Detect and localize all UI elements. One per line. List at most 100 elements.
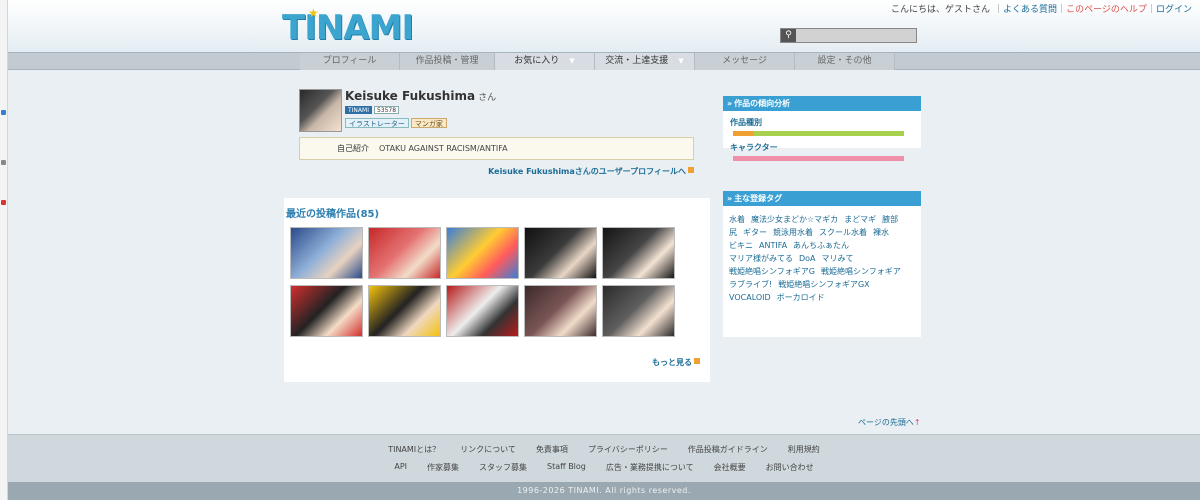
- tag-link[interactable]: 水着: [729, 213, 745, 226]
- work-thumbnail[interactable]: [368, 285, 441, 337]
- left-edge-strip: [0, 0, 8, 500]
- user-roles: イラストレーター マンガ家: [345, 118, 447, 128]
- user-id-badge: 53578: [373, 106, 400, 114]
- tags-header: » 主な登録タグ: [723, 191, 921, 206]
- footer-link[interactable]: 作家募集: [427, 462, 459, 473]
- self-introduction: 自己紹介 OTAKU AGAINST RACISM/ANTIFA: [299, 137, 694, 160]
- page: TINAMI ★ こんにちは、ゲストさん | よくある質問 | このページのヘル…: [8, 0, 1200, 500]
- tag-link[interactable]: ビキニ: [729, 239, 753, 252]
- tag-link[interactable]: マリみて: [822, 252, 854, 265]
- nav-tab-1[interactable]: プロフィール: [300, 53, 400, 70]
- footer: TINAMIとは？ リンクについて 免責事項 プライバシーポリシー 作品投稿ガイドライン…: [8, 434, 1200, 482]
- tag-link[interactable]: ラブライブ!: [729, 278, 772, 291]
- tag-list: 水着 魔法少女まどか☆マギカ まどマギ 腋部尻 ギター 競泳用水着 スクール水着 裸水ビキニ A…: [723, 206, 921, 304]
- nav-tab-3[interactable]: お気に入り ▼: [495, 53, 595, 70]
- work-thumbnail[interactable]: [446, 285, 519, 337]
- more-link[interactable]: もっと見る: [652, 357, 700, 368]
- intro-text: OTAKU AGAINST RACISM/ANTIFA: [379, 144, 508, 153]
- work-thumbnail[interactable]: [446, 227, 519, 279]
- work-thumbnail[interactable]: [290, 285, 363, 337]
- work-thumbnail[interactable]: [602, 285, 675, 337]
- tag-link[interactable]: 腋部: [882, 213, 898, 226]
- tag-link[interactable]: マリア様がみてる: [729, 252, 793, 265]
- user-name: Keisuke Fukushima さん: [345, 89, 497, 103]
- footer-link[interactable]: スタッフ募集: [479, 462, 527, 473]
- thumbnail-grid: [290, 227, 675, 337]
- star-icon: ★: [308, 6, 319, 20]
- tag-link[interactable]: 戦姫絶唱シンフォギアG: [729, 265, 815, 278]
- footer-link[interactable]: お問い合わせ: [766, 462, 814, 473]
- tag-link[interactable]: DoA: [799, 252, 816, 265]
- tag-link[interactable]: 競泳用水着: [773, 226, 813, 239]
- tag-link[interactable]: ANTIFA: [759, 239, 787, 252]
- analysis-panel: » 作品の傾向分析 作品種別 キャラクター: [723, 96, 921, 161]
- nav-tab-4[interactable]: 交流・上達支援 ▼: [595, 53, 695, 70]
- tags-panel: » 主な登録タグ 水着 魔法少女まどか☆マギカ まどマギ 腋部尻 ギター 競泳用水着 スクール…: [723, 191, 921, 337]
- footer-link[interactable]: TINAMIとは？: [388, 444, 440, 455]
- recent-works-panel: 最近の投稿作品(85) もっと見る: [284, 198, 710, 382]
- tag-link[interactable]: 裸水: [873, 226, 889, 239]
- footer-link[interactable]: 利用規約: [788, 444, 820, 455]
- footer-link[interactable]: API: [394, 462, 407, 473]
- nav-tab-6[interactable]: 設定・その他: [795, 53, 895, 70]
- tag-link[interactable]: まどマギ: [844, 213, 876, 226]
- chevron-right-icon: »: [727, 99, 733, 108]
- recent-works-title: 最近の投稿作品(85): [286, 209, 380, 220]
- footer-links-row-2: API 作家募集 スタッフ募集 Staff Blog 広告・業務提携について 会社概要 お問…: [8, 462, 1200, 473]
- analysis-character-label[interactable]: キャラクター: [730, 142, 921, 153]
- footer-link[interactable]: リンクについて: [460, 444, 516, 455]
- chevron-right-icon: »: [727, 194, 733, 203]
- login-link[interactable]: ログイン: [1156, 2, 1192, 15]
- back-to-top-link[interactable]: ページの先頭へ↑: [858, 417, 921, 428]
- main-nav: プロフィール 作品投稿・管理 お気に入り ▼ 交流・上達支援 ▼ メッセージ 設定・その他: [8, 52, 1200, 70]
- arrow-icon: [688, 167, 694, 173]
- faq-link[interactable]: よくある質問: [1003, 2, 1057, 15]
- footer-link[interactable]: 会社概要: [714, 462, 746, 473]
- work-thumbnail[interactable]: [524, 227, 597, 279]
- footer-link[interactable]: Staff Blog: [547, 462, 586, 473]
- tag-link[interactable]: 尻: [729, 226, 737, 239]
- top-links: こんにちは、ゲストさん | よくある質問 | このページのヘルプ | ログイン: [890, 2, 1192, 16]
- main-content: Keisuke Fukushima さん TINAMI 53578 イラストレータ…: [8, 70, 1200, 434]
- chevron-down-icon: ▼: [569, 57, 575, 65]
- role-manga-badge: マンガ家: [410, 118, 447, 128]
- greeting-text: こんにちは、ゲストさん: [890, 5, 990, 15]
- tag-link[interactable]: あんちふぁたん: [793, 239, 849, 252]
- search-input[interactable]: [796, 29, 916, 42]
- analysis-character-bar: [733, 156, 904, 161]
- footer-links-row-1: TINAMIとは？ リンクについて 免責事項 プライバシーポリシー 作品投稿ガイドライン…: [8, 444, 1200, 455]
- tag-link[interactable]: 魔法少女まどか☆マギカ: [751, 213, 838, 226]
- copyright: 1996-2026 TINAMI. All rights reserved.: [8, 482, 1200, 500]
- user-profile-link[interactable]: Keisuke Fukushimaさんのユーザープロフィールへ: [488, 166, 694, 177]
- footer-link[interactable]: 広告・業務提携について: [606, 462, 694, 473]
- up-arrow-icon: ↑: [913, 418, 921, 427]
- work-thumbnail[interactable]: [368, 227, 441, 279]
- chevron-down-icon: ▼: [678, 57, 684, 65]
- help-link[interactable]: このページのヘルプ: [1066, 2, 1147, 15]
- tag-link[interactable]: ボーカロイド: [777, 291, 825, 304]
- header: TINAMI ★ こんにちは、ゲストさん | よくある質問 | このページのヘル…: [8, 0, 1200, 52]
- user-badges: TINAMI 53578: [345, 106, 400, 114]
- analysis-type-label[interactable]: 作品種別: [730, 117, 921, 128]
- analysis-header: » 作品の傾向分析: [723, 96, 921, 111]
- nav-tab-5[interactable]: メッセージ: [695, 53, 795, 70]
- footer-link[interactable]: 免責事項: [536, 444, 568, 455]
- tag-link[interactable]: 戦姫絶唱シンフォギア: [821, 265, 901, 278]
- tag-link[interactable]: 戦姫絶唱シンフォギアGX: [778, 278, 869, 291]
- role-illustrator-badge: イラストレーター: [345, 118, 409, 128]
- work-thumbnail[interactable]: [290, 227, 363, 279]
- tinami-badge: TINAMI: [345, 106, 372, 114]
- work-thumbnail[interactable]: [602, 227, 675, 279]
- avatar[interactable]: [299, 89, 342, 132]
- search-icon[interactable]: ⚲: [781, 29, 796, 42]
- footer-link[interactable]: プライバシーポリシー: [588, 444, 668, 455]
- footer-link[interactable]: 作品投稿ガイドライン: [688, 444, 768, 455]
- nav-tab-2[interactable]: 作品投稿・管理: [400, 53, 495, 70]
- arrow-icon: [694, 358, 700, 364]
- intro-label: 自己紹介: [337, 144, 369, 153]
- logo[interactable]: TINAMI: [282, 8, 414, 48]
- tag-link[interactable]: スクール水着: [819, 226, 867, 239]
- work-thumbnail[interactable]: [524, 285, 597, 337]
- tag-link[interactable]: VOCALOID: [729, 291, 771, 304]
- tag-link[interactable]: ギター: [743, 226, 767, 239]
